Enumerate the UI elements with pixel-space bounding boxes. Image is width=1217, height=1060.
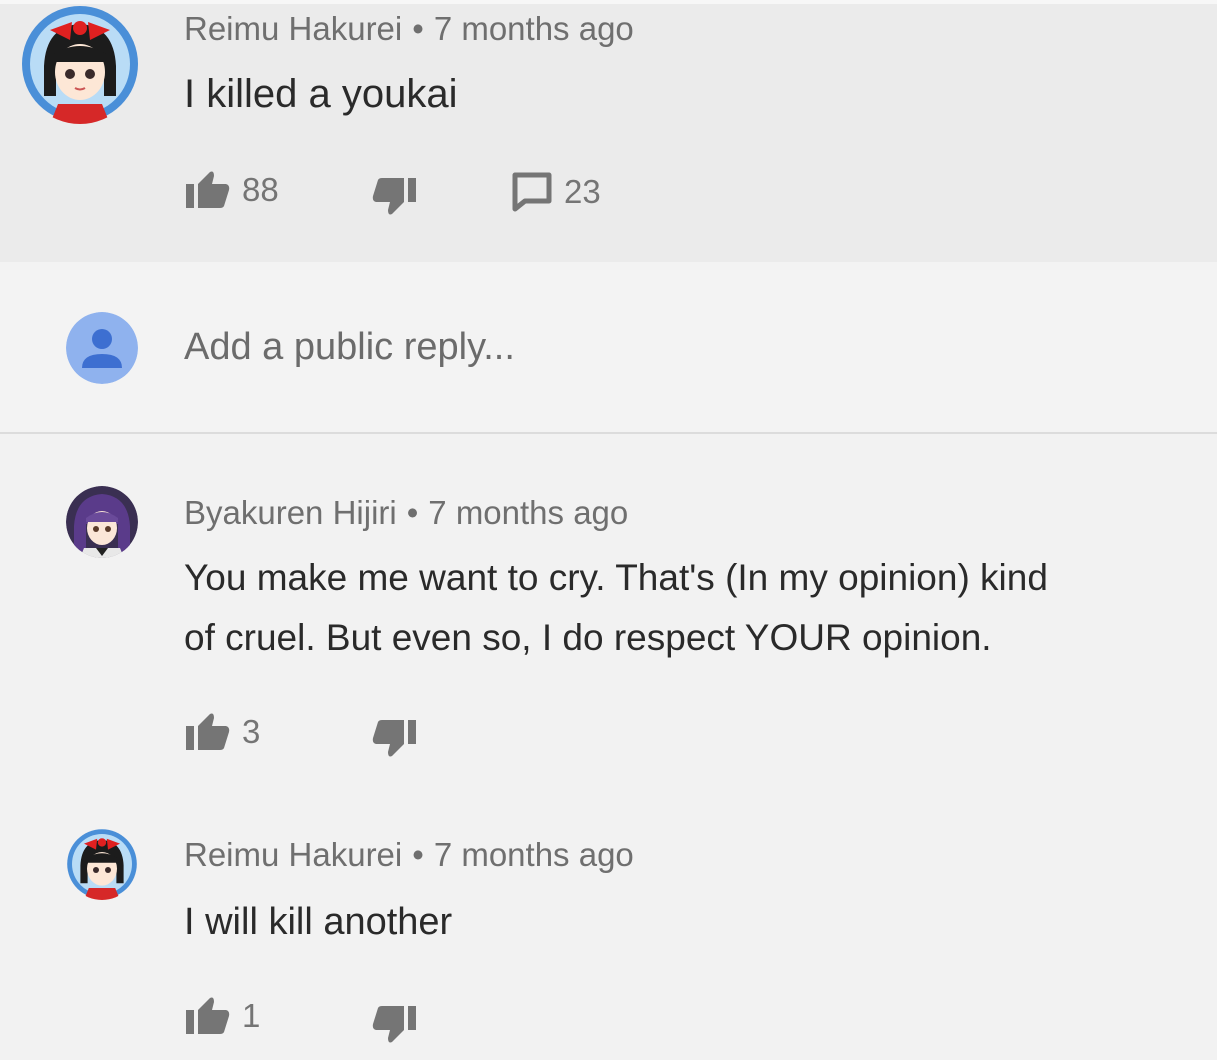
dislike-button[interactable] [372, 718, 418, 758]
like-count: 3 [242, 713, 261, 750]
thumbs-up-icon [184, 996, 230, 1036]
like-button[interactable]: 3 [184, 712, 260, 752]
reply-meta: Byakuren Hijiri • 7 months ago [184, 494, 628, 532]
author-name[interactable]: Reimu Hakurei [184, 836, 402, 873]
reply-count: 23 [564, 173, 601, 210]
like-button[interactable]: 88 [184, 170, 279, 210]
reply-box [0, 262, 1217, 434]
reply-text-line: of cruel. But even so, I do respect YOUR… [184, 617, 992, 658]
comment-bubble-icon [512, 172, 552, 212]
reply-text-line: You make me want to cry. That's (In my o… [184, 557, 1048, 598]
like-count: 1 [242, 997, 261, 1034]
default-user-avatar-icon [66, 312, 138, 384]
comment-text: I killed a youkai [184, 72, 458, 116]
author-name[interactable]: Byakuren Hijiri [184, 494, 397, 531]
comment-time[interactable]: 7 months ago [428, 494, 628, 531]
separator-dot: • [412, 836, 424, 873]
comment-time[interactable]: 7 months ago [434, 836, 634, 873]
thumbs-down-icon [372, 1004, 418, 1044]
highlighted-comment: Reimu Hakurei • 7 months ago I killed a yo… [0, 0, 1217, 262]
dislike-button[interactable] [372, 1004, 418, 1044]
comment-time[interactable]: 7 months ago [434, 10, 634, 47]
top-edge [0, 0, 1217, 4]
dislike-button[interactable] [372, 176, 418, 216]
reply-text: I will kill another [184, 901, 453, 943]
reply-meta: Reimu Hakurei • 7 months ago [184, 836, 634, 874]
comment-meta: Reimu Hakurei • 7 months ago [184, 10, 634, 48]
like-button[interactable]: 1 [184, 996, 260, 1036]
reply-input[interactable]: Add a public reply... [184, 326, 515, 369]
thumbs-down-icon [372, 176, 418, 216]
separator-dot: • [406, 494, 419, 531]
reimu-avatar-icon[interactable] [20, 4, 140, 124]
thumbs-up-icon [184, 170, 230, 210]
reply-text: You make me want to cry. That's (In my o… [184, 548, 1048, 668]
author-name[interactable]: Reimu Hakurei [184, 10, 402, 47]
thumbs-up-icon [184, 712, 230, 752]
byakuren-avatar-icon[interactable] [66, 486, 138, 558]
reply-count-button[interactable]: 23 [512, 172, 601, 212]
reimu-avatar-icon[interactable] [66, 828, 138, 900]
like-count: 88 [242, 171, 279, 208]
thumbs-down-icon [372, 718, 418, 758]
separator-dot: • [412, 10, 424, 47]
